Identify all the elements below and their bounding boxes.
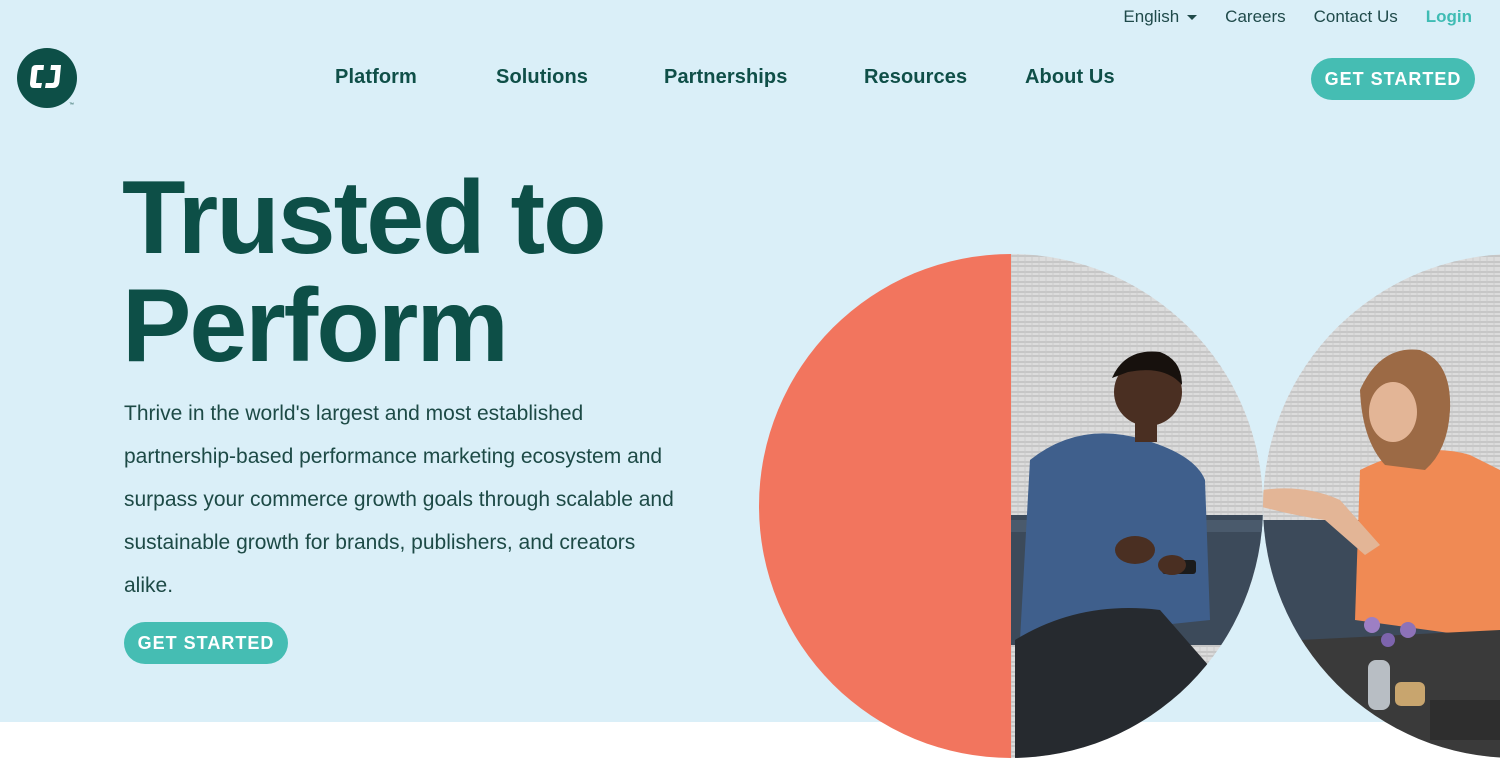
header-get-started-button[interactable]: GET STARTED <box>1311 58 1475 100</box>
headline-line-2: Perform <box>122 268 509 384</box>
nav-item-about-us[interactable]: About Us <box>1025 66 1115 89</box>
contact-us-link[interactable]: Contact Us <box>1314 6 1398 28</box>
careers-link[interactable]: Careers <box>1225 6 1285 28</box>
utility-nav: English Careers Contact Us Login <box>1123 6 1472 28</box>
trademark-mark: ™ <box>69 102 74 108</box>
nav-item-partnerships[interactable]: Partnerships <box>664 66 787 89</box>
headline-line-1: Trusted to <box>122 160 607 276</box>
hero-headline: Trusted to Perform <box>122 164 742 380</box>
caret-down-icon <box>1187 14 1198 20</box>
language-selector[interactable]: English <box>1123 6 1198 28</box>
main-nav: Platform Solutions Partnerships Resource… <box>0 66 1200 94</box>
hero-get-started-button[interactable]: GET STARTED <box>124 622 288 664</box>
login-link[interactable]: Login <box>1426 6 1472 28</box>
page: English Careers Contact Us Login ™ Platf… <box>0 0 1500 784</box>
language-label: English <box>1123 7 1180 26</box>
nav-item-platform[interactable]: Platform <box>335 66 417 89</box>
nav-item-solutions[interactable]: Solutions <box>496 66 588 89</box>
nav-item-resources[interactable]: Resources <box>864 66 967 89</box>
hero-description: Thrive in the world's largest and most e… <box>124 402 674 597</box>
